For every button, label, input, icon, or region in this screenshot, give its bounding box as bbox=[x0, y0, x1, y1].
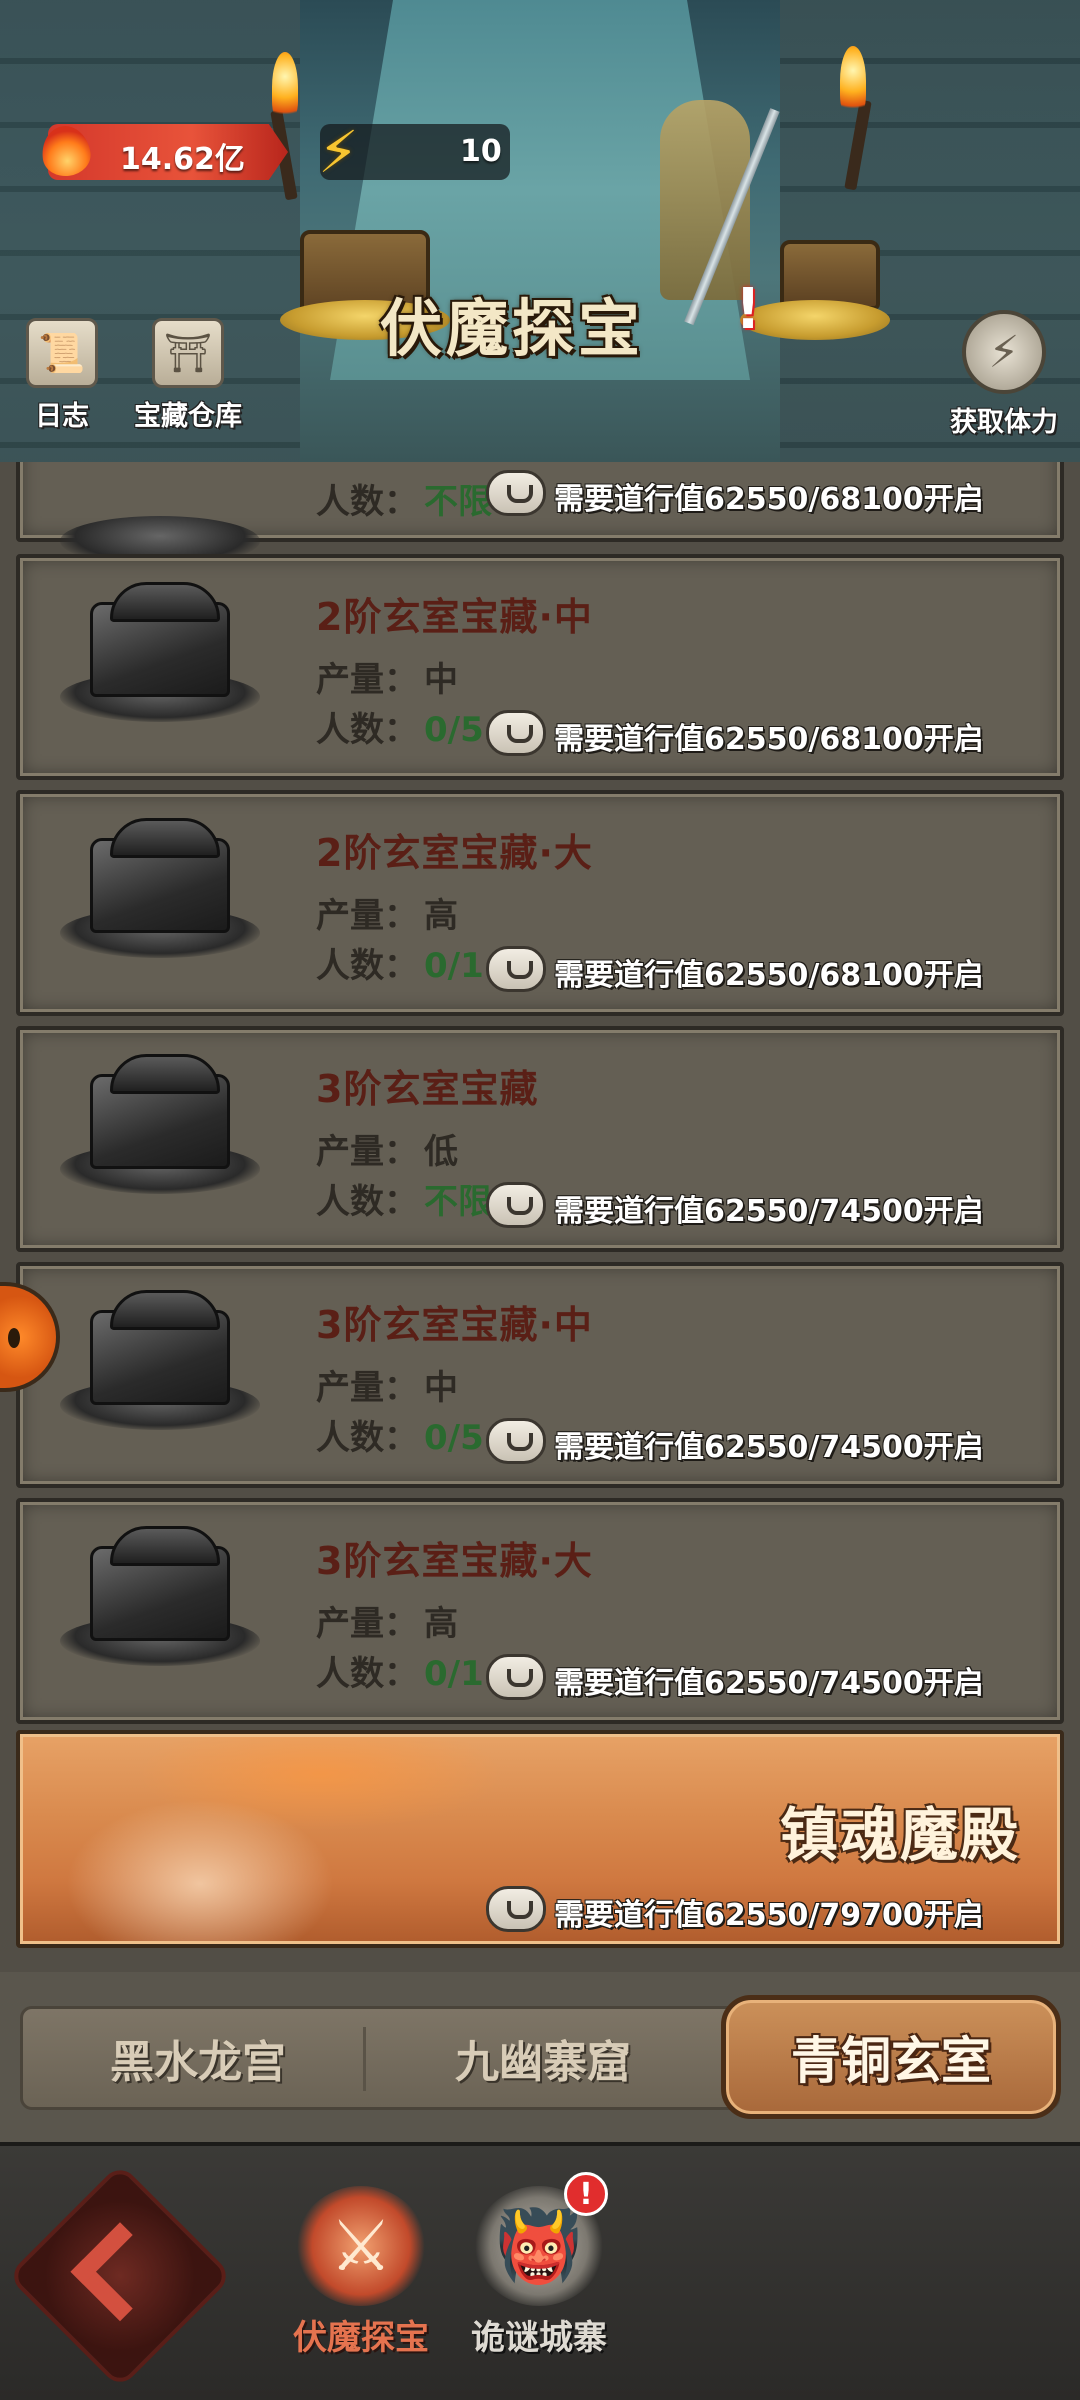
log-button-label: 日志 bbox=[35, 401, 89, 432]
people-row: 人数： 不限 bbox=[316, 1182, 492, 1222]
tab-jiuyou-zhaiku[interactable]: 九幽寨窟 bbox=[373, 2009, 713, 2107]
location-tabs: 黑水龙宫 九幽寨窟 青铜玄室 bbox=[0, 1972, 1080, 2142]
card-title: 2阶玄室宝藏·大 bbox=[316, 831, 593, 875]
mascot-eye-icon bbox=[8, 1328, 20, 1348]
back-button[interactable] bbox=[6, 2162, 234, 2390]
tabs-container: 黑水龙宫 九幽寨窟 青铜玄室 bbox=[20, 1995, 1061, 2119]
warehouse-button-label: 宝藏仓库 bbox=[134, 401, 242, 432]
lightning-icon: ⚡ bbox=[318, 118, 359, 186]
energy-value: 10 bbox=[460, 134, 502, 169]
back-arrow-icon bbox=[70, 2222, 170, 2322]
people-row: 人数： 0/5 bbox=[316, 710, 484, 750]
lock-icon bbox=[486, 946, 546, 992]
treasure-card[interactable]: 人数： 不限 需要道行值62550/68100开启 bbox=[16, 462, 1064, 566]
torch-flame-icon bbox=[840, 46, 866, 116]
scroll-icon: 📜 bbox=[26, 318, 98, 388]
yield-row: 产量：低 bbox=[316, 1132, 458, 1172]
torch-flame-icon bbox=[272, 52, 298, 122]
card-title: 2阶玄室宝藏·中 bbox=[316, 595, 593, 639]
treasure-chest-image bbox=[60, 1290, 260, 1440]
card-title: 3阶玄室宝藏 bbox=[316, 1067, 539, 1111]
tab-qingtong-xuanshi[interactable]: 青铜玄室 bbox=[721, 1995, 1061, 2119]
special-card-title: 镇魂魔殿 bbox=[779, 1801, 1020, 1869]
yield-row: 产量：高 bbox=[316, 896, 458, 936]
special-location-card[interactable]: 镇魂魔殿 需要道行值62550/79700开启 bbox=[16, 1730, 1064, 1948]
page-title: 伏魔探宝 bbox=[380, 292, 645, 365]
treasure-chest-image bbox=[60, 818, 260, 968]
warehouse-icon: ⛩ bbox=[152, 318, 224, 388]
nav-fort-label: 诡谜城寨 bbox=[471, 2318, 607, 2358]
lock-icon bbox=[486, 1886, 546, 1932]
card-title: 3阶玄室宝藏·中 bbox=[316, 1303, 593, 1347]
people-row: 人数： 0/1 bbox=[316, 1654, 484, 1694]
lock-icon bbox=[486, 710, 546, 756]
card-title: 3阶玄室宝藏·大 bbox=[316, 1539, 593, 1583]
treasure-list[interactable]: 人数： 不限 需要道行值62550/68100开启 2阶玄室宝藏·中 产量：中 人… bbox=[0, 462, 1080, 1972]
treasure-card[interactable]: 2阶玄室宝藏·大 产量：高 人数： 0/1 需要道行值62550/68100开启 bbox=[16, 790, 1064, 1016]
lightning-icon: ⚡ bbox=[962, 310, 1046, 394]
treasure-card[interactable]: 3阶玄室宝藏·中 产量：中 人数： 0/5 需要道行值62550/74500开启 bbox=[16, 1262, 1064, 1488]
notification-badge: ! bbox=[564, 2172, 608, 2216]
nav-treasure-label: 伏魔探宝 bbox=[293, 2318, 429, 2358]
lock-icon bbox=[486, 1182, 546, 1228]
log-button[interactable]: 📜 日志 bbox=[26, 318, 98, 433]
treasure-card[interactable]: 3阶玄室宝藏 产量：低 人数： 不限 需要道行值62550/74500开启 bbox=[16, 1026, 1064, 1252]
treasure-chest-image bbox=[60, 582, 260, 732]
get-energy-button[interactable]: ⚡ 获取体力 bbox=[950, 310, 1058, 439]
lock-icon bbox=[486, 470, 546, 516]
fire-resource-value: 14.62亿 bbox=[120, 142, 245, 177]
lock-icon bbox=[486, 1654, 546, 1700]
nav-treasure-hunt[interactable]: ⚔ 伏魔探宝 bbox=[276, 2186, 446, 2359]
yield-row: 产量：高 bbox=[316, 1604, 458, 1644]
people-row: 人数： 0/1 bbox=[316, 946, 484, 986]
treasure-card[interactable]: 2阶玄室宝藏·中 产量：中 人数： 0/5 需要道行值62550/68100开启 bbox=[16, 554, 1064, 780]
treasure-chest-image bbox=[60, 1054, 260, 1204]
yield-row: 产量：中 bbox=[316, 660, 458, 700]
treasure-chest-image bbox=[60, 1526, 260, 1676]
header-banner: 14.62亿 10 ⚡ 伏魔探宝 ! 📜 日志 ⛩ 宝藏仓库 ⚡ 获取体力 bbox=[0, 0, 1080, 462]
warehouse-button[interactable]: ⛩ 宝藏仓库 bbox=[134, 318, 242, 433]
get-energy-label: 获取体力 bbox=[950, 407, 1058, 438]
sword-flame-icon: ⚔ bbox=[296, 2186, 426, 2306]
bottom-navigation: ⚔ 伏魔探宝 👹 ! 诡谜城寨 bbox=[0, 2142, 1080, 2400]
treasure-card[interactable]: 3阶玄室宝藏·大 产量：高 人数： 0/1 需要道行值62550/74500开启 bbox=[16, 1498, 1064, 1724]
help-icon[interactable]: ! bbox=[728, 280, 768, 340]
tab-heishui-longgong[interactable]: 黑水龙宫 bbox=[33, 2009, 363, 2107]
yield-row: 产量：中 bbox=[316, 1368, 458, 1408]
tab-divider bbox=[363, 2027, 366, 2091]
lock-icon bbox=[486, 1418, 546, 1464]
people-row: 人数： 不限 bbox=[316, 482, 492, 522]
nav-mystery-fort[interactable]: 👹 ! 诡谜城寨 bbox=[454, 2172, 624, 2359]
people-row: 人数： 0/5 bbox=[316, 1418, 484, 1458]
